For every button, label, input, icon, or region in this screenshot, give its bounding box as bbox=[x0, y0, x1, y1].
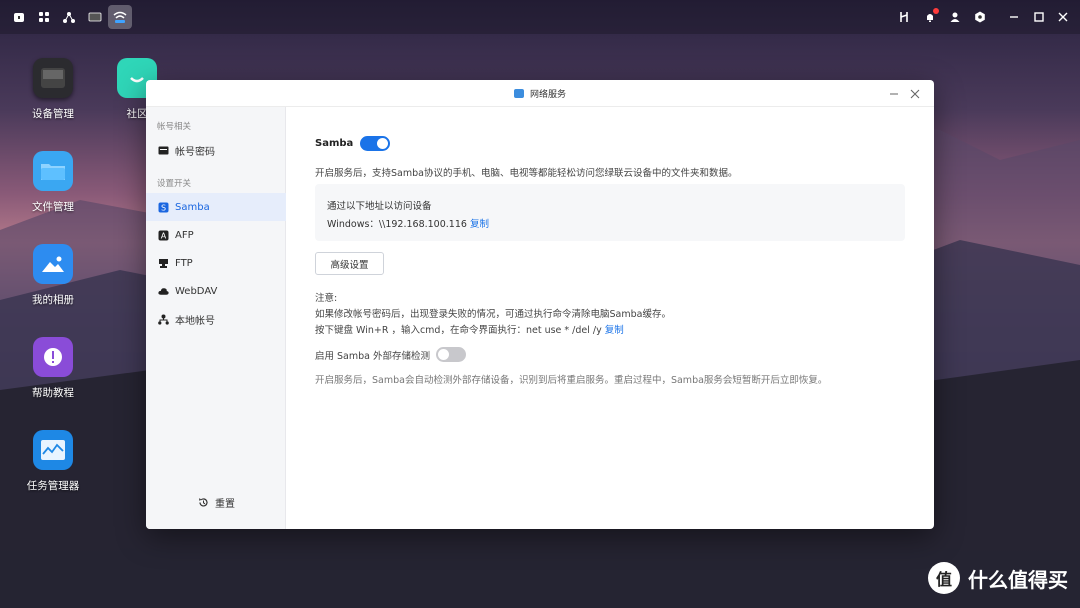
sidebar-item-webdav[interactable]: WebDAV bbox=[146, 277, 286, 305]
notification-badge bbox=[933, 8, 939, 14]
network-service-icon bbox=[513, 88, 524, 98]
sidebar-group-account: 帐号相关 bbox=[157, 122, 192, 132]
smzdm-logo: 值 bbox=[928, 562, 960, 594]
maximize-icon[interactable] bbox=[1029, 7, 1049, 27]
reset-label: 重置 bbox=[215, 499, 235, 510]
desktop-icon-label: 帮助教程 bbox=[32, 387, 74, 399]
settings-icon[interactable] bbox=[970, 7, 990, 27]
advanced-settings-button[interactable]: 高级设置 bbox=[315, 252, 384, 275]
watermark: 值 什么值得买 bbox=[928, 562, 1068, 594]
bell-icon[interactable] bbox=[920, 7, 940, 27]
sidebar-item-ftp[interactable]: FTP bbox=[146, 249, 286, 277]
window-titlebar[interactable]: 网络服务 bbox=[146, 80, 934, 107]
device-icon bbox=[33, 58, 73, 98]
folder-icon bbox=[33, 151, 73, 191]
note-line-2: 按下键盘 Win+R ，输入cmd，在命令界面执行：net use * /del… bbox=[315, 322, 624, 336]
network-share-icon[interactable] bbox=[59, 7, 79, 27]
copy-command-link[interactable]: 复制 bbox=[605, 325, 624, 336]
sidebar: 帐号相关 帐号密码 设置开关 S Samba A AFP FTP WebDAV … bbox=[146, 107, 286, 529]
top-bar bbox=[0, 0, 1080, 34]
local-account-icon bbox=[158, 314, 169, 325]
photo-icon bbox=[33, 244, 73, 284]
external-storage-label: 启用 Samba 外部存储检测 bbox=[315, 350, 430, 362]
note-line-1: 如果修改帐号密码后，出现登录失败的情况，可通过执行命令清除电脑Samba缓存。 bbox=[315, 309, 671, 320]
content-panel: Samba 开启服务后，支持Samba协议的手机、电脑、电视等都能轻松访问您绿联… bbox=[287, 107, 934, 529]
sidebar-item-afp[interactable]: A AFP bbox=[146, 221, 286, 249]
sidebar-item-account-password[interactable]: 帐号密码 bbox=[146, 136, 286, 164]
desktop-icon-label: 我的相册 bbox=[32, 294, 74, 306]
sidebar-item-label: AFP bbox=[175, 229, 194, 241]
svg-text:A: A bbox=[161, 231, 167, 240]
wifi-network-icon[interactable] bbox=[108, 5, 132, 29]
samba-description: 开启服务后，支持Samba协议的手机、电脑、电视等都能轻松访问您绿联云设备中的文… bbox=[315, 168, 738, 179]
desktop-icon-label: 设备管理 bbox=[32, 108, 74, 120]
windows-prefix: Windows： bbox=[327, 219, 379, 230]
sidebar-item-label: 帐号密码 bbox=[175, 146, 215, 158]
afp-icon: A bbox=[158, 230, 169, 241]
svg-text:S: S bbox=[161, 203, 166, 212]
window-close-icon[interactable] bbox=[908, 87, 922, 101]
sidebar-item-label: WebDAV bbox=[175, 285, 218, 297]
external-storage-row: 启用 Samba 外部存储检测 bbox=[315, 347, 466, 362]
watermark-text: 什么值得买 bbox=[968, 567, 1068, 592]
window-title: 网络服务 bbox=[529, 89, 566, 100]
note-title: 注意: bbox=[315, 293, 338, 304]
minimize-icon[interactable] bbox=[1004, 7, 1024, 27]
sidebar-item-samba[interactable]: S Samba bbox=[146, 193, 286, 221]
desktop-icon-label: 任务管理器 bbox=[26, 480, 80, 492]
reset-button[interactable]: 重置 bbox=[198, 495, 235, 510]
external-storage-toggle[interactable] bbox=[436, 347, 466, 362]
desktop-icon-file-manager[interactable]: 文件管理 bbox=[13, 151, 93, 214]
desktop-icon-photos[interactable]: 我的相册 bbox=[13, 244, 93, 307]
apps-grid-icon[interactable] bbox=[34, 7, 54, 27]
monitor-icon[interactable] bbox=[85, 7, 105, 27]
close-icon[interactable] bbox=[1053, 7, 1073, 27]
sidebar-item-label: FTP bbox=[175, 257, 193, 269]
samba-toggle[interactable] bbox=[360, 136, 391, 151]
samba-icon: S bbox=[158, 202, 169, 213]
ftp-icon bbox=[158, 258, 169, 269]
window-minimize-icon[interactable] bbox=[887, 87, 901, 101]
user-icon[interactable] bbox=[945, 7, 965, 27]
sidebar-item-local-account[interactable]: 本地帐号 bbox=[146, 305, 286, 333]
external-storage-description: 开启服务后，Samba会自动检测外部存储设备，识别到后将重启服务。重启过程中，S… bbox=[315, 375, 828, 386]
windows-address: \\192.168.100.116 bbox=[378, 219, 467, 230]
tools-icon[interactable] bbox=[894, 7, 914, 27]
home-icon[interactable] bbox=[9, 7, 29, 27]
task-manager-icon bbox=[33, 430, 73, 470]
cloud-icon bbox=[158, 286, 169, 297]
sidebar-item-label: 本地帐号 bbox=[175, 315, 215, 327]
sidebar-item-label: Samba bbox=[175, 201, 210, 213]
samba-toggle-row: Samba bbox=[315, 136, 391, 151]
card-icon bbox=[158, 145, 169, 156]
desktop-icon-label: 文件管理 bbox=[32, 201, 74, 213]
desktop-icon-device-manager[interactable]: 设备管理 bbox=[13, 58, 93, 121]
reset-icon bbox=[198, 497, 209, 508]
windows-address-row: Windows：\\192.168.100.116 复制 bbox=[327, 216, 489, 230]
desktop-icon-help[interactable]: 帮助教程 bbox=[13, 337, 93, 400]
note-line-2-text: 按下键盘 Win+R ，输入cmd，在命令界面执行：net use * /del… bbox=[315, 325, 602, 336]
copy-address-link[interactable]: 复制 bbox=[470, 219, 489, 230]
samba-title: Samba bbox=[315, 138, 354, 149]
help-icon bbox=[33, 337, 73, 377]
sidebar-group-settings: 设置开关 bbox=[157, 179, 192, 189]
access-address-box: 通过以下地址以访问设备 Windows：\\192.168.100.116 复制 bbox=[315, 184, 905, 241]
network-service-window: 网络服务 帐号相关 帐号密码 设置开关 S Samba A AFP FTP We… bbox=[146, 80, 934, 529]
desktop-icon-task-manager[interactable]: 任务管理器 bbox=[13, 430, 93, 493]
access-title: 通过以下地址以访问设备 bbox=[327, 201, 432, 212]
